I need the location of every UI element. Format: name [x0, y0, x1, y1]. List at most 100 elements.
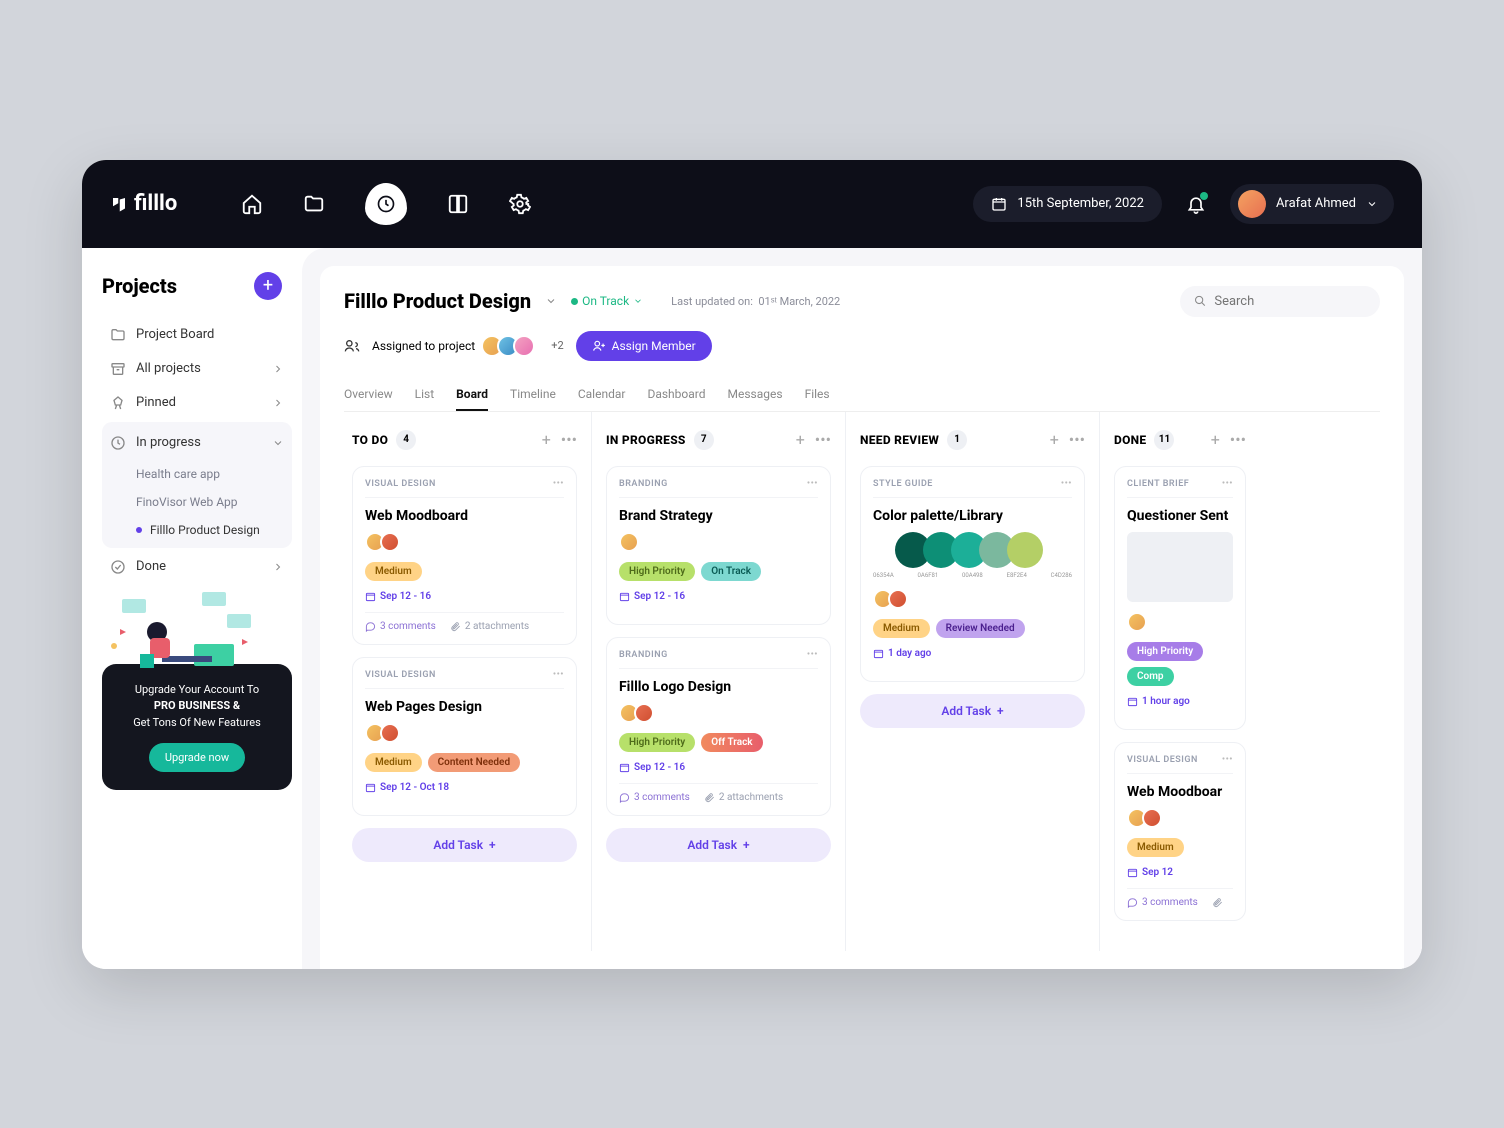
more-icon[interactable]: •••	[553, 479, 564, 489]
sidebar-item-label: In progress	[136, 435, 201, 450]
date-pill: Sep 12 - 16	[619, 760, 685, 775]
comments-link[interactable]: 3 comments	[619, 792, 690, 803]
more-icon[interactable]: •••	[1069, 430, 1085, 449]
tab-files[interactable]: Files	[805, 379, 830, 411]
task-card[interactable]: VISUAL DESIGN••• Web Pages Design Medium…	[352, 657, 577, 816]
task-card[interactable]: VISUAL DESIGN••• Web Moodboard Medium Se…	[352, 466, 577, 645]
tag-pill: On Track	[701, 562, 761, 581]
search-field[interactable]	[1214, 294, 1366, 309]
add-icon[interactable]: +	[796, 430, 805, 449]
attachments-link[interactable]: 2 attachments	[704, 792, 783, 803]
board-column: TO DO 4 +••• VISUAL DESIGN••• Web Moodbo…	[338, 412, 592, 951]
tag-pill: Off Track	[701, 733, 762, 752]
card-title: Web Moodboar	[1127, 784, 1233, 800]
task-card[interactable]: CLIENT BRIEF••• Questioner Sent High Pri…	[1114, 466, 1246, 730]
notification-dot	[1200, 192, 1208, 200]
project-title: Filllo Product Design	[344, 289, 531, 313]
upgrade-card: Upgrade Your Account ToPRO BUSINESS &Get…	[102, 664, 292, 791]
more-count: +2	[551, 339, 563, 352]
date-picker[interactable]: 15th September, 2022	[973, 186, 1162, 222]
sidebar-item[interactable]: Pinned	[102, 386, 292, 420]
card-title: Filllo Logo Design	[619, 679, 818, 695]
chevron-down-icon	[1366, 198, 1378, 210]
tab-list[interactable]: List	[415, 379, 435, 411]
tab-messages[interactable]: Messages	[728, 379, 783, 411]
more-icon[interactable]: •••	[1230, 430, 1246, 449]
gear-icon[interactable]	[509, 193, 531, 215]
bell-icon[interactable]	[1186, 194, 1206, 214]
card-category: CLIENT BRIEF	[1127, 479, 1189, 489]
sidebar-item-label: Project Board	[136, 327, 214, 342]
home-icon[interactable]	[241, 193, 263, 215]
card-category: BRANDING	[619, 479, 668, 489]
tab-overview[interactable]: Overview	[344, 379, 393, 411]
date-pill: Sep 12	[1127, 865, 1173, 880]
more-icon[interactable]: •••	[807, 479, 818, 489]
tab-board[interactable]: Board	[456, 379, 488, 411]
task-card[interactable]: BRANDING••• Filllo Logo Design High Prio…	[606, 637, 831, 816]
status-badge[interactable]: On Track	[571, 294, 643, 308]
board-column: NEED REVIEW 1 +••• STYLE GUIDE••• Color …	[846, 412, 1100, 951]
count-badge: 4	[396, 430, 416, 450]
upgrade-button[interactable]: Upgrade now	[149, 743, 245, 772]
sidebar-sub-item[interactable]: Filllo Product Design	[102, 516, 292, 544]
more-icon[interactable]: •••	[561, 430, 577, 449]
clock-icon[interactable]	[365, 183, 407, 225]
attachments-link[interactable]	[1212, 897, 1223, 908]
task-card[interactable]: BRANDING••• Brand Strategy High Priority…	[606, 466, 831, 625]
count-badge: 7	[694, 430, 714, 450]
sidebar-item[interactable]: Project Board	[102, 318, 292, 352]
sidebar-sub-item[interactable]: Health care app	[102, 460, 292, 488]
card-title: Brand Strategy	[619, 508, 818, 524]
card-category: VISUAL DESIGN	[1127, 755, 1198, 765]
user-menu[interactable]: Arafat Ahmed	[1230, 184, 1394, 224]
more-icon[interactable]: •••	[815, 430, 831, 449]
more-icon[interactable]: •••	[1061, 479, 1072, 489]
assign-member-button[interactable]: Assign Member	[576, 331, 712, 361]
more-icon[interactable]: •••	[1222, 755, 1233, 765]
more-icon[interactable]: •••	[553, 670, 564, 680]
book-icon[interactable]	[447, 193, 469, 215]
task-card[interactable]: VISUAL DESIGN ••• Web Moodboar Medium Sep…	[1114, 742, 1246, 921]
sidebar-title: Projects	[102, 274, 177, 298]
add-task-button[interactable]: Add Task +	[352, 828, 577, 862]
main: Filllo Product Design On Track Last upda…	[302, 248, 1422, 969]
folder-icon[interactable]	[303, 193, 325, 215]
board-column: DONE 11 +••• CLIENT BRIEF••• Questioner …	[1100, 412, 1260, 951]
card-avatars	[619, 532, 818, 552]
comments-link[interactable]: 3 comments	[365, 621, 436, 632]
add-project-button[interactable]: +	[254, 272, 282, 300]
board-column: IN PROGRESS 7 + ••• BRANDING ••• Brand Str…	[592, 412, 846, 951]
chevron-down-icon[interactable]	[545, 295, 557, 307]
column-title: IN PROGRESS	[606, 433, 686, 447]
add-icon[interactable]: +	[1211, 430, 1220, 449]
sidebar-item-done[interactable]: Done	[102, 550, 292, 584]
sidebar-item[interactable]: All projects	[102, 352, 292, 386]
user-plus-icon	[592, 339, 606, 353]
logo[interactable]: filllo	[110, 191, 177, 216]
task-card[interactable]: STYLE GUIDE••• Color palette/Library 063…	[860, 466, 1085, 682]
tag-pill: Medium	[365, 562, 422, 581]
card-title: Web Moodboard	[365, 508, 564, 524]
tab-calendar[interactable]: Calendar	[578, 379, 626, 411]
tab-dashboard[interactable]: Dashboard	[647, 379, 705, 411]
sidebar-item-inprogress[interactable]: In progress	[102, 426, 292, 460]
date-pill: Sep 12 - Oct 18	[365, 780, 449, 795]
comments-link[interactable]: 3 comments	[1127, 897, 1198, 908]
tab-timeline[interactable]: Timeline	[510, 379, 556, 411]
date-text: 15th September, 2022	[1017, 196, 1144, 211]
add-icon[interactable]: +	[1050, 430, 1059, 449]
card-title: Web Pages Design	[365, 699, 564, 715]
tag-pill: Medium	[1127, 838, 1184, 857]
add-icon[interactable]: +	[542, 430, 551, 449]
more-icon[interactable]: •••	[1222, 479, 1233, 489]
image-placeholder	[1127, 532, 1233, 602]
date-pill: 1 day ago	[873, 646, 931, 661]
add-task-button[interactable]: Add Task +	[860, 694, 1085, 728]
search-input[interactable]	[1180, 286, 1380, 317]
add-task-button[interactable]: Add Task +	[606, 828, 831, 862]
upgrade-illustration	[102, 584, 262, 674]
attachments-link[interactable]: 2 attachments	[450, 621, 529, 632]
more-icon[interactable]: •••	[807, 650, 818, 660]
sidebar-sub-item[interactable]: FinoVisor Web App	[102, 488, 292, 516]
